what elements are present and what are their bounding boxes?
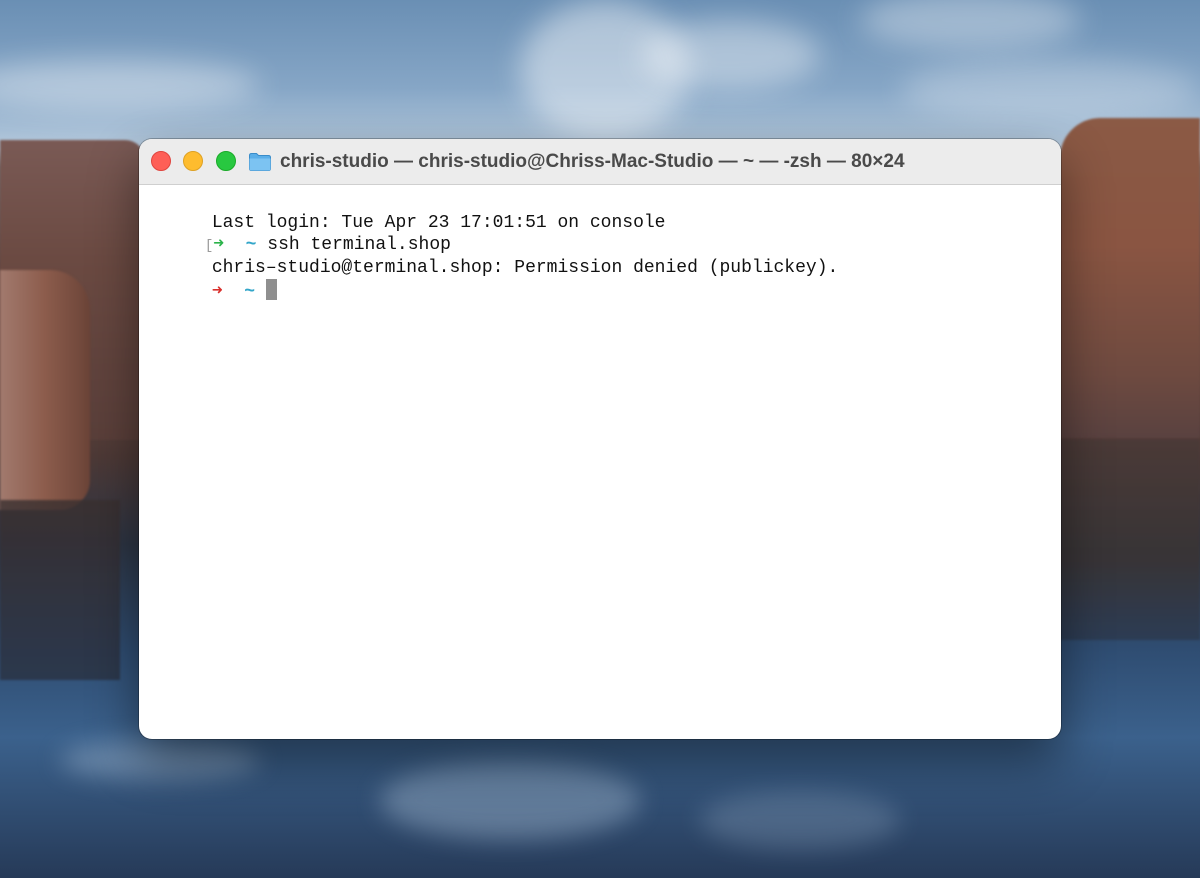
prompt-path: ~ bbox=[244, 282, 256, 303]
terminal-line-login: Last login: Tue Apr 23 17:01:51 on conso… bbox=[147, 189, 1053, 233]
terminal-line-error: chris–studio@terminal.shop: Permission d… bbox=[147, 234, 1053, 278]
minimize-button[interactable] bbox=[183, 151, 203, 171]
prompt-arrow-error-icon: ➜ bbox=[211, 282, 223, 303]
folder-icon bbox=[249, 152, 271, 171]
window-titlebar[interactable]: chris-studio — chris-studio@Chriss-Mac-S… bbox=[139, 139, 1061, 185]
terminal-window[interactable]: chris-studio — chris-studio@Chriss-Mac-S… bbox=[139, 139, 1061, 739]
close-button[interactable] bbox=[151, 151, 171, 171]
zoom-button[interactable] bbox=[216, 151, 236, 171]
terminal-line-prompt[interactable]: ➜ ~ bbox=[147, 257, 1053, 302]
window-title: chris-studio — chris-studio@Chriss-Mac-S… bbox=[280, 150, 905, 172]
window-title-group: chris-studio — chris-studio@Chriss-Mac-S… bbox=[248, 139, 905, 184]
terminal-line-command: [➜ ~ ssh terminal.shop ] bbox=[140, 212, 1053, 255]
terminal-output[interactable]: Last login: Tue Apr 23 17:01:51 on conso… bbox=[139, 185, 1061, 303]
text-cursor bbox=[265, 279, 277, 301]
